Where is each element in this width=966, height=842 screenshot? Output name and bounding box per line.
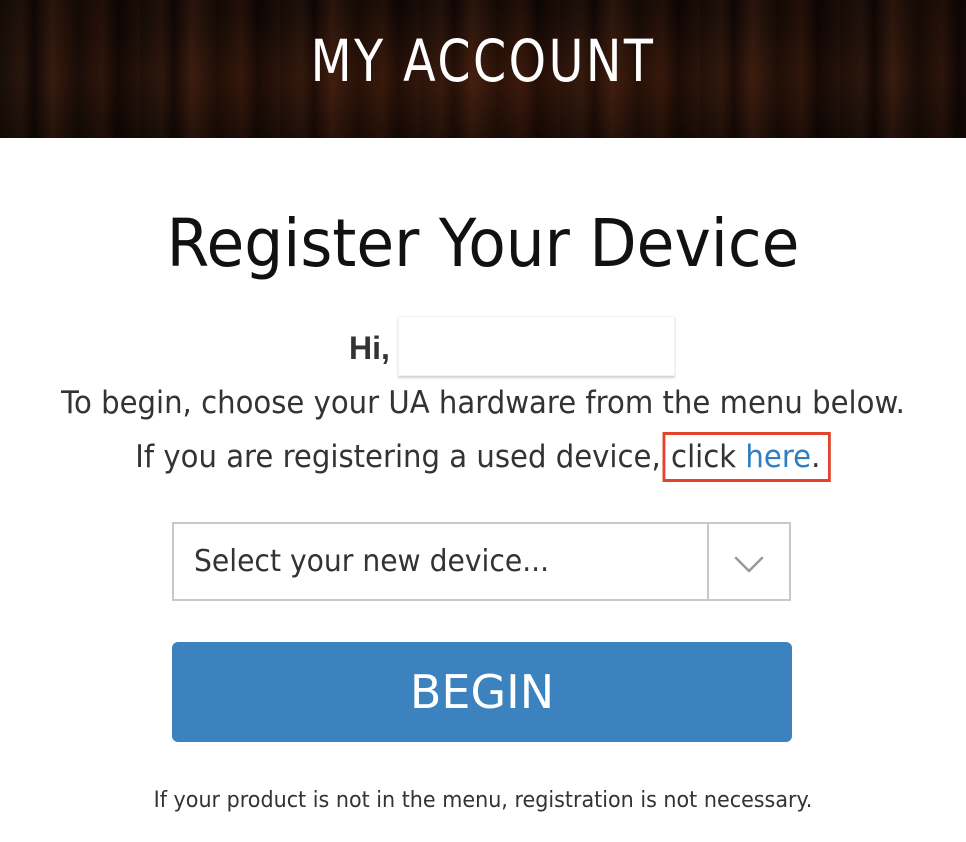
used-device-line: If you are registering a used device, cli… [29,432,937,482]
used-device-link[interactable]: here [745,439,811,475]
page-title: Register Your Device [166,205,800,282]
greeting-label: Hi, [349,330,390,366]
device-select-value: Select your new device... [194,544,550,579]
click-word: click [671,439,737,475]
page: MY ACCOUNT Register Your Device Hi, To b… [0,0,966,842]
footer-note: If your product is not in the menu, regi… [153,788,813,813]
greeting-row: Hi, [0,316,966,378]
intro-text: To begin, choose your UA hardware from t… [61,385,905,421]
device-select[interactable]: Select your new device... [172,522,791,601]
highlight-box: click here. [662,432,831,482]
period: . [811,439,821,475]
header-title: MY ACCOUNT [310,27,656,95]
used-device-text: If you are registering a used device, [135,439,661,475]
user-name-field [398,316,675,376]
header-banner: MY ACCOUNT [0,0,966,138]
begin-button[interactable]: BEGIN [172,642,792,742]
chevron-down-icon[interactable] [709,524,789,599]
